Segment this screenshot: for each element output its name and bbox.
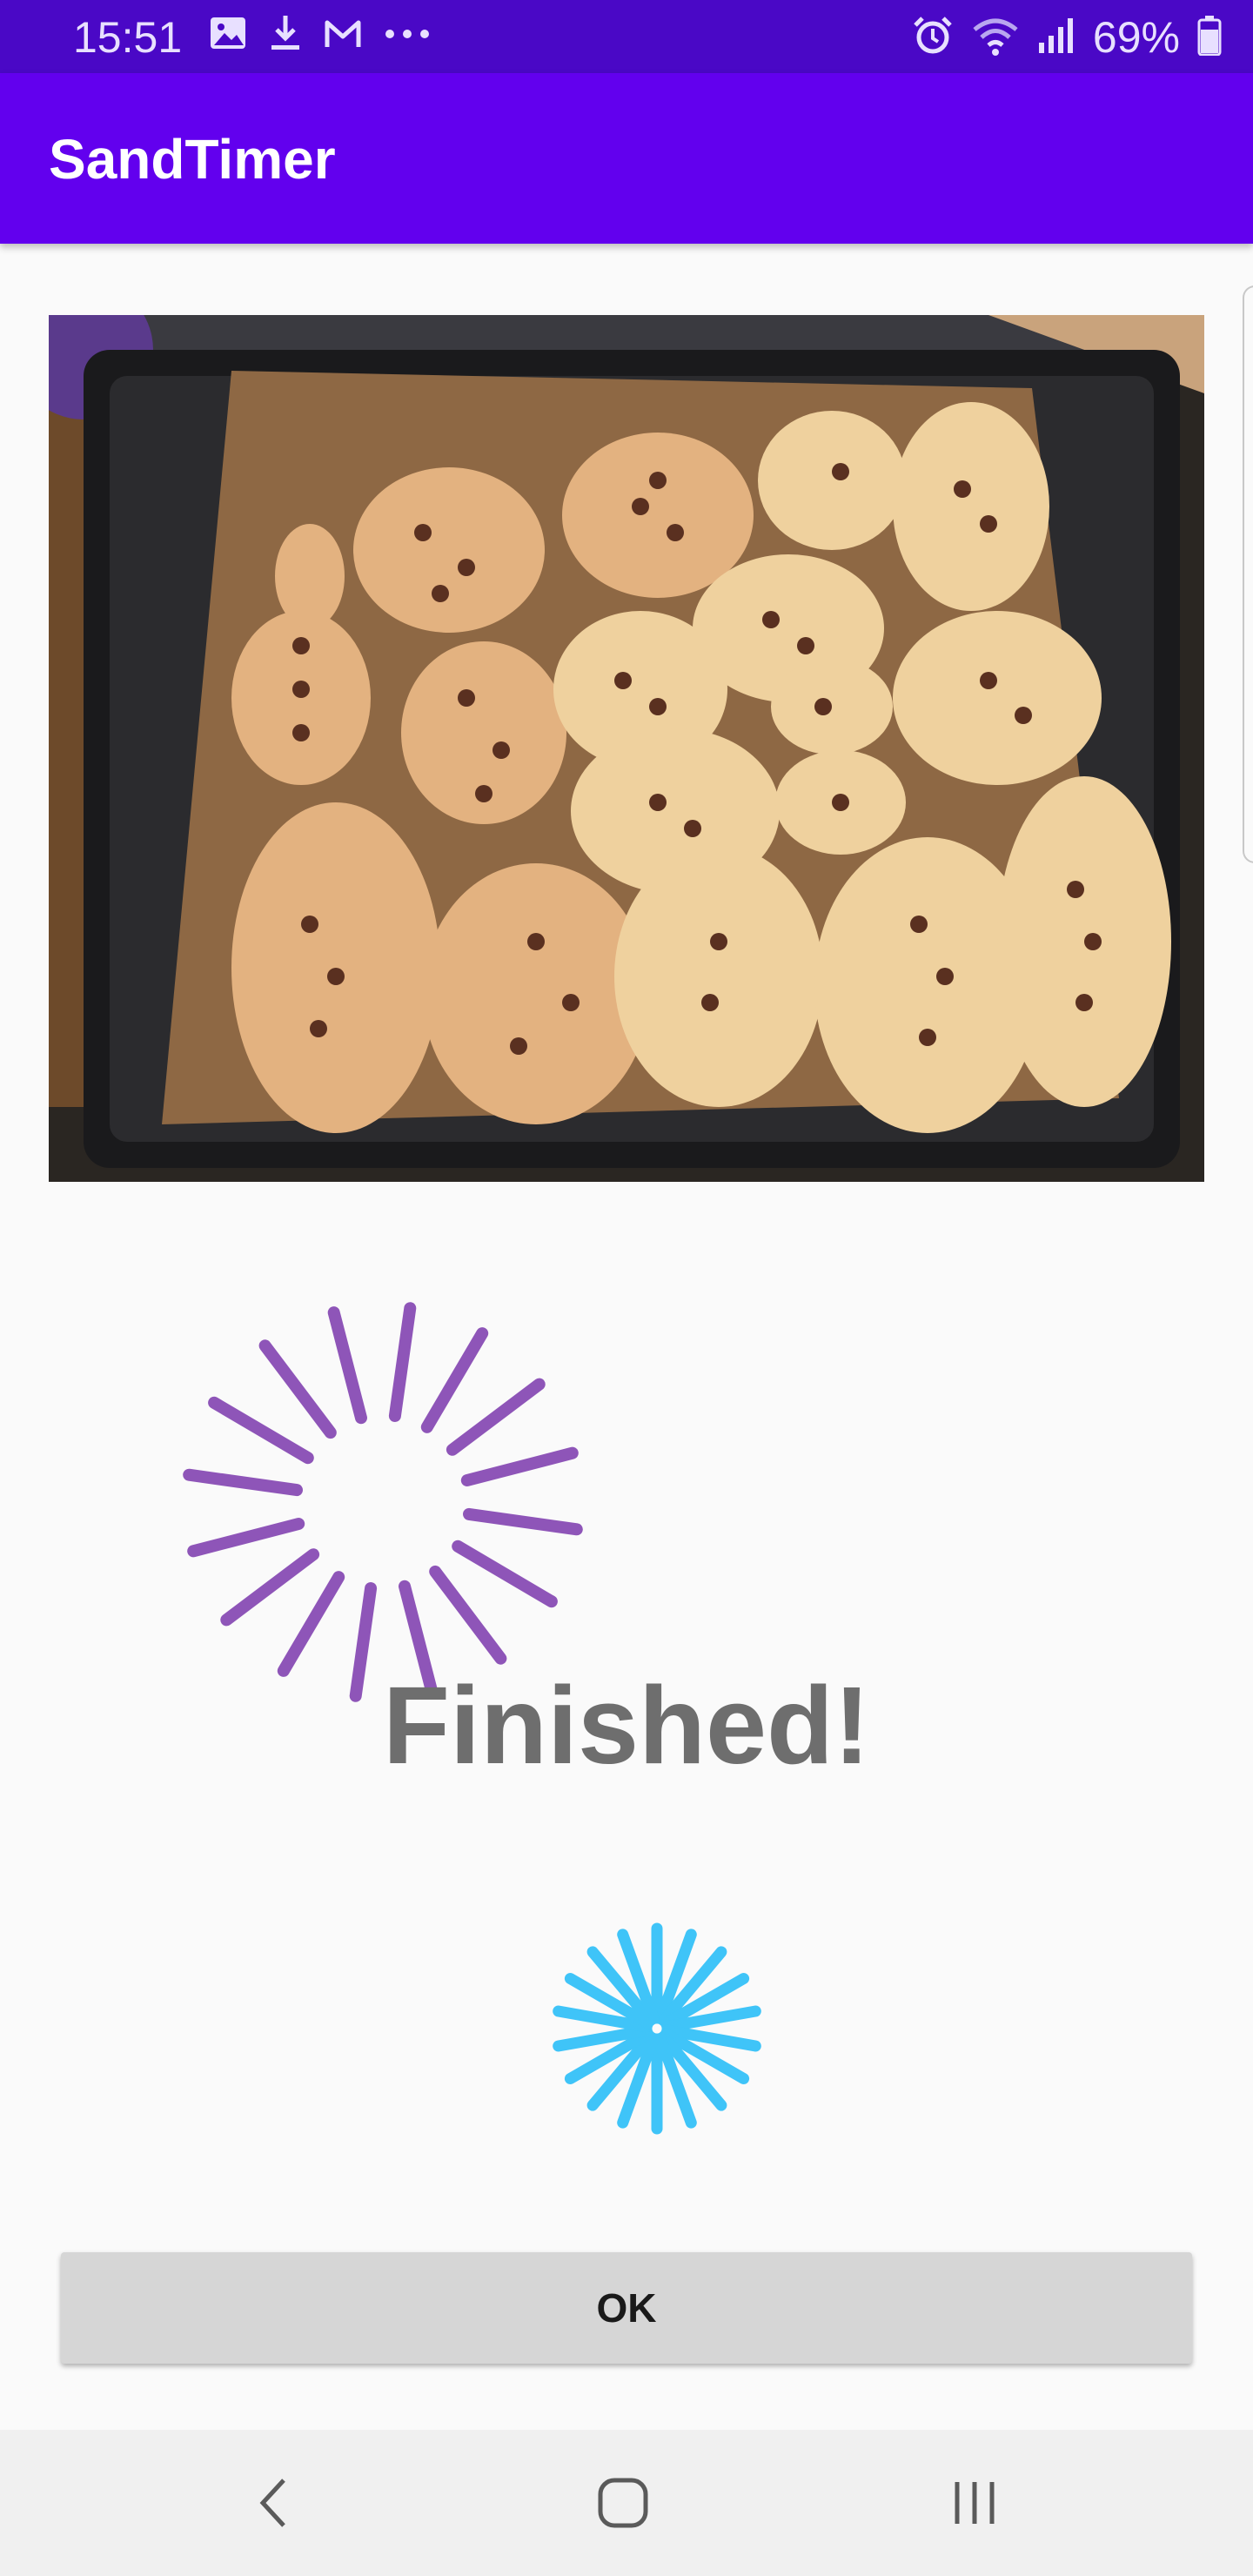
signal-icon	[1037, 17, 1075, 59]
app-title: SandTimer	[49, 128, 336, 191]
status-time: 15:51	[73, 13, 183, 62]
blue-sand-spinner	[548, 1920, 766, 2142]
status-bar: 15:51 69%	[0, 0, 1253, 73]
more-dots-icon	[385, 28, 430, 44]
app-bar: SandTimer	[0, 73, 1253, 244]
battery-percent: 69%	[1092, 13, 1180, 62]
battery-icon	[1197, 15, 1222, 60]
side-panel-handle[interactable]	[1243, 285, 1253, 863]
recents-icon[interactable]	[931, 2466, 1018, 2539]
spinner-ray	[446, 1378, 546, 1456]
home-icon[interactable]	[580, 2466, 667, 2539]
wifi-icon	[971, 16, 1020, 60]
back-icon[interactable]	[230, 2466, 317, 2539]
spinner-ray	[220, 1548, 320, 1627]
spinner-ray	[208, 1396, 314, 1465]
spinner-ray	[429, 1565, 507, 1665]
spinner-ray	[258, 1339, 337, 1439]
nav-bar	[0, 2430, 1253, 2576]
gmail-icon	[324, 17, 362, 53]
spinner-ray	[460, 1446, 579, 1486]
spinner-ray	[327, 1306, 367, 1425]
alarm-icon	[912, 15, 954, 61]
spinner-ray	[183, 1468, 303, 1497]
spinner-ray	[277, 1571, 345, 1677]
spinner-ray	[463, 1507, 583, 1536]
image-icon	[209, 16, 247, 55]
finished-label: Finished!	[383, 1664, 870, 1787]
download-icon	[270, 14, 301, 57]
spinner-ray	[420, 1327, 489, 1433]
spinner-ray	[388, 1302, 417, 1422]
purple-sand-spinner	[174, 1293, 592, 1715]
spinner-ray	[187, 1518, 305, 1558]
spinner-ray	[452, 1540, 558, 1608]
cookie-photo	[49, 315, 1204, 1182]
ok-button[interactable]: OK	[61, 2252, 1192, 2364]
